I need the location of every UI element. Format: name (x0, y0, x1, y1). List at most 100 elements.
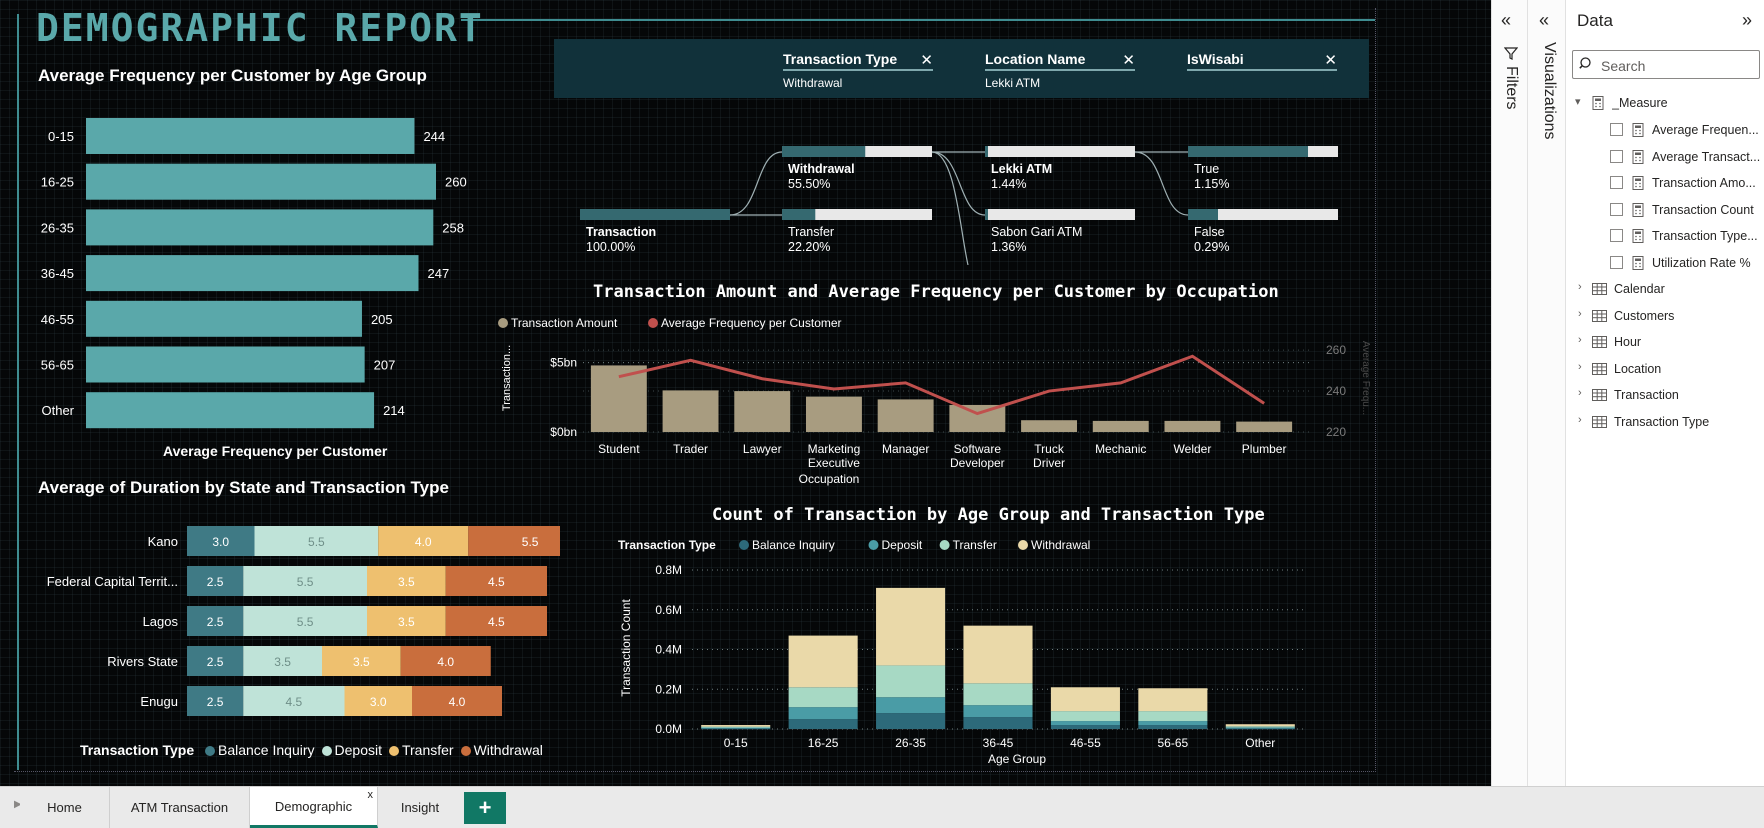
close-tab-icon[interactable]: x (368, 789, 374, 801)
field-name: Utilization Rate % (1652, 255, 1751, 270)
state-axis-label: Rivers State (107, 654, 178, 669)
table-icon (1592, 336, 1607, 348)
table-icon (1592, 389, 1607, 401)
data-field-measure[interactable]: Transaction Amo... (1566, 172, 1764, 194)
count-x-tick: Other (1245, 736, 1275, 750)
occ-x-tick: Trader (673, 442, 708, 456)
data-table[interactable]: › Location (1566, 358, 1764, 380)
filter-value: Lekki ATM (985, 76, 1041, 90)
field-checkbox[interactable] (1610, 123, 1623, 136)
age-frequency-chart-title: Average Frequency per Customer by Age Gr… (38, 66, 427, 85)
count-column-segment (1050, 721, 1120, 726)
filter-location-name[interactable]: Location Name ✕ Lekki ATM (985, 51, 1135, 90)
occ-amount-bar (877, 399, 934, 432)
data-table-measure[interactable]: ▾ _Measure (1566, 92, 1764, 114)
close-icon[interactable]: ✕ (1122, 51, 1135, 69)
count-x-tick: 46-55 (1070, 736, 1101, 750)
occupation-combo-chart[interactable]: Transaction Amount Average Frequency per … (495, 308, 1375, 494)
occ-amount-bar (662, 390, 719, 432)
filters-pane-label[interactable]: Filters (1502, 66, 1520, 110)
decomp-connector (931, 151, 969, 265)
data-table[interactable]: › Calendar (1566, 278, 1764, 300)
field-checkbox[interactable] (1610, 202, 1623, 216)
count-column-segment (1050, 711, 1120, 722)
data-table[interactable]: › Transaction (1566, 384, 1764, 406)
count-x-tick: 0-15 (724, 736, 748, 750)
age-bar-data-label: 205 (371, 312, 393, 327)
table-name: Customers (1614, 308, 1675, 323)
close-icon[interactable]: ✕ (920, 51, 933, 69)
occ-amount-bar (805, 396, 862, 432)
visualizations-pane-label[interactable]: Visualizations (1540, 42, 1558, 140)
state-axis-label: Lagos (143, 614, 179, 629)
data-field-measure[interactable]: Transaction Count (1566, 199, 1764, 221)
count-legend-title: Transaction Type (618, 538, 716, 552)
filter-iswisabi[interactable]: IsWisabi ✕ (1187, 51, 1337, 76)
visualizations-pane[interactable]: « Visualizations (1527, 0, 1565, 786)
decomp-node-label: True (1194, 162, 1219, 176)
decomp-node-value: 1.44% (991, 177, 1026, 191)
field-checkbox[interactable] (1610, 176, 1623, 189)
field-checkbox[interactable] (1610, 255, 1623, 269)
legend-item-label: Balance Inquiry (218, 742, 315, 758)
duration-legend: Transaction Type Balance Inquiry Deposit T… (80, 742, 543, 758)
table-icon (1592, 415, 1607, 428)
filters-pane[interactable]: « Filters (1491, 0, 1527, 786)
age-frequency-chart[interactable]: 0-15 244 16-25 260 26-35 258 36-45 247 46-55 205 5… (30, 110, 470, 440)
occ-x-tick: Lawyer (743, 442, 782, 456)
age-bar (86, 163, 436, 200)
duration-segment-label: 3.5 (398, 575, 415, 589)
calculator-icon (1632, 176, 1644, 190)
filter-name: IsWisabi (1187, 51, 1337, 71)
collapse-filters-icon[interactable]: « (1501, 10, 1511, 31)
legend-dot (868, 540, 879, 550)
age-frequency-x-axis-label: Average Frequency per Customer (163, 443, 388, 459)
count-x-axis-label: Age Group (988, 752, 1046, 766)
decomp-node-label: Lekki ATM (991, 162, 1052, 176)
age-bar-data-label: 244 (423, 129, 445, 144)
duration-by-state-chart[interactable]: Kano 3.0 5.5 4.0 5.5 Federal Capital Territ..… (30, 522, 560, 722)
field-checkbox[interactable] (1610, 229, 1623, 242)
collapse-visualizations-icon[interactable]: « (1539, 10, 1549, 31)
duration-segment-label: 3.0 (370, 695, 387, 709)
field-checkbox[interactable] (1610, 149, 1623, 163)
occ-y2-tick: 220 (1326, 425, 1346, 439)
close-icon[interactable]: ✕ (1324, 51, 1337, 69)
tab-insight[interactable]: Insight (378, 787, 462, 828)
legend-item-label: Deposit (882, 538, 923, 552)
collapse-data-icon[interactable]: » (1742, 10, 1752, 31)
age-bar-data-label: 247 (428, 266, 450, 281)
count-by-age-chart[interactable]: Transaction Type Balance Inquiry Deposit Tr… (612, 532, 1312, 772)
decomp-bar-track (985, 146, 1135, 157)
occ-y2-tick: 260 (1326, 343, 1346, 357)
duration-segment-label: 5.5 (297, 575, 314, 589)
data-search-input[interactable]: Search (1572, 50, 1760, 79)
count-column-segment (701, 725, 771, 727)
decomposition-tree[interactable]: Transaction100.00% Withdrawal55.50% Transf… (570, 140, 1350, 265)
filter-transaction-type[interactable]: Transaction Type ✕ Withdrawal (783, 51, 933, 90)
table-icon (1592, 309, 1607, 322)
calculator-icon (1632, 255, 1644, 270)
data-field-measure[interactable]: Utilization Rate % (1566, 252, 1764, 274)
table-name: Location (1614, 361, 1662, 376)
data-field-measure[interactable]: Transaction Type... (1566, 225, 1764, 247)
data-table[interactable]: › Hour (1566, 331, 1764, 353)
tab-demographic[interactable]: Demographic x (250, 787, 378, 828)
data-field-measure[interactable]: Average Transact... (1566, 146, 1764, 168)
decomp-bar-fill (782, 209, 816, 220)
data-table[interactable]: › Transaction Type (1566, 411, 1764, 433)
legend-dot (939, 540, 950, 550)
add-page-button[interactable]: + (464, 792, 506, 824)
tab-atm-transaction[interactable]: ATM Transaction (110, 787, 250, 828)
tab-home[interactable]: Home (20, 787, 110, 828)
occ-x-tick: Student (598, 442, 640, 456)
chevron-right-icon: › (1578, 360, 1582, 373)
calculator-icon (1632, 123, 1644, 137)
occ-x-tick: Marketing (808, 442, 861, 456)
data-table[interactable]: › Customers (1566, 305, 1764, 327)
decomp-bar-track (985, 209, 1135, 220)
age-bar (86, 209, 434, 246)
age-axis-label: 16-25 (41, 175, 74, 190)
report-title: DEMOGRAPHIC REPORT (36, 6, 484, 50)
data-field-measure[interactable]: Average Frequen... (1566, 119, 1764, 141)
